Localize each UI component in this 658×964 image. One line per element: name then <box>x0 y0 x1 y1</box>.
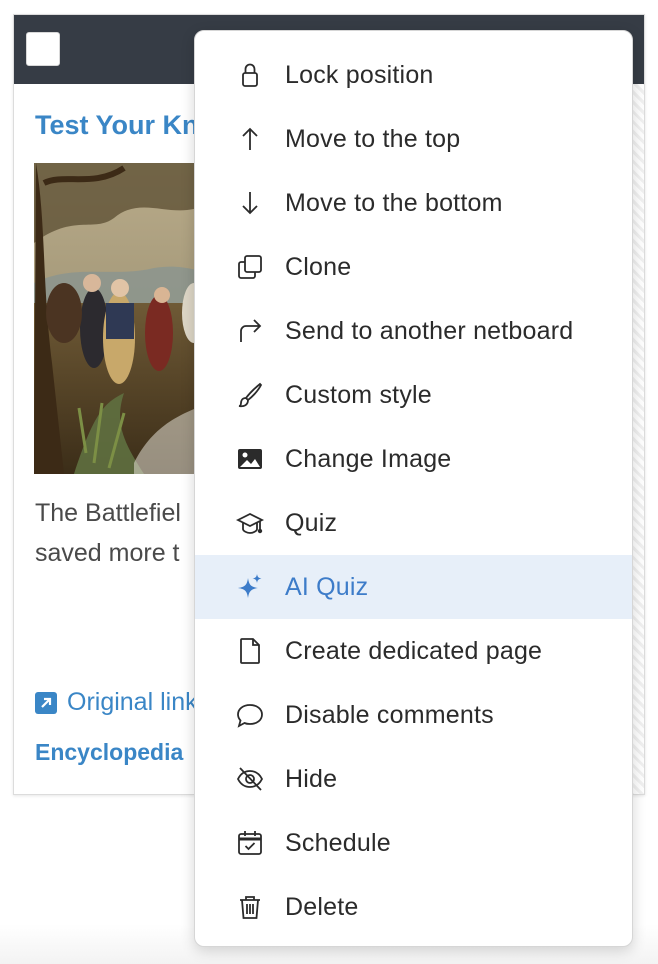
menu-item-label: Send to another netboard <box>285 316 574 345</box>
menu-item-lock-position[interactable]: Lock position <box>195 43 632 107</box>
menu-item-disable-comments[interactable]: Disable comments <box>195 683 632 747</box>
menu-item-label: Delete <box>285 892 359 921</box>
card-context-menu: Lock position Move to the top Move to th… <box>194 30 633 947</box>
menu-item-label: Lock position <box>285 60 434 89</box>
menu-item-label: Hide <box>285 764 338 793</box>
share-arrow-icon <box>233 314 267 348</box>
external-link-icon <box>35 691 57 714</box>
menu-item-schedule[interactable]: Schedule <box>195 811 632 875</box>
menu-item-label: Quiz <box>285 508 338 537</box>
file-icon <box>233 634 267 668</box>
menu-item-send-to-another-netboard[interactable]: Send to another netboard <box>195 299 632 363</box>
lock-icon <box>233 58 267 92</box>
menu-item-create-dedicated-page[interactable]: Create dedicated page <box>195 619 632 683</box>
original-link-label: Original link <box>67 688 198 716</box>
card-source: Encyclopedia <box>35 739 184 765</box>
menu-item-label: AI Quiz <box>285 572 369 601</box>
eye-slash-icon <box>233 762 267 796</box>
menu-item-label: Custom style <box>285 380 432 409</box>
menu-item-label: Create dedicated page <box>285 636 543 665</box>
menu-item-label: Change Image <box>285 444 452 473</box>
menu-item-move-to-top[interactable]: Move to the top <box>195 107 632 171</box>
menu-item-quiz[interactable]: Quiz <box>195 491 632 555</box>
trash-icon <box>233 890 267 924</box>
menu-item-label: Clone <box>285 252 352 281</box>
arrow-down-icon <box>233 186 267 220</box>
page: Test Your Kn The Battlefiel saved more t… <box>0 0 658 964</box>
card-description-line-2: saved more t <box>35 539 180 567</box>
card-image[interactable] <box>34 163 209 474</box>
graduation-cap-icon <box>233 506 267 540</box>
menu-item-hide[interactable]: Hide <box>195 747 632 811</box>
menu-item-label: Move to the top <box>285 124 461 153</box>
menu-item-ai-quiz[interactable]: AI Quiz <box>195 555 632 619</box>
image-icon <box>233 442 267 476</box>
menu-item-custom-style[interactable]: Custom style <box>195 363 632 427</box>
menu-item-move-to-bottom[interactable]: Move to the bottom <box>195 171 632 235</box>
menu-item-label: Disable comments <box>285 700 494 729</box>
card-title[interactable]: Test Your Kn <box>35 110 199 141</box>
clone-icon <box>233 250 267 284</box>
card-description: The Battlefiel saved more t <box>35 493 210 573</box>
menu-item-label: Move to the bottom <box>285 188 503 217</box>
menu-item-delete[interactable]: Delete <box>195 875 632 939</box>
card-select-checkbox[interactable] <box>26 32 60 66</box>
original-link[interactable]: Original link <box>35 688 198 717</box>
arrow-up-icon <box>233 122 267 156</box>
calendar-check-icon <box>233 826 267 860</box>
menu-item-clone[interactable]: Clone <box>195 235 632 299</box>
card-description-line-1: The Battlefiel <box>35 499 181 527</box>
sparkles-icon <box>233 570 267 604</box>
menu-item-label: Schedule <box>285 828 391 857</box>
comment-icon <box>233 698 267 732</box>
brush-icon <box>233 378 267 412</box>
menu-item-change-image[interactable]: Change Image <box>195 427 632 491</box>
